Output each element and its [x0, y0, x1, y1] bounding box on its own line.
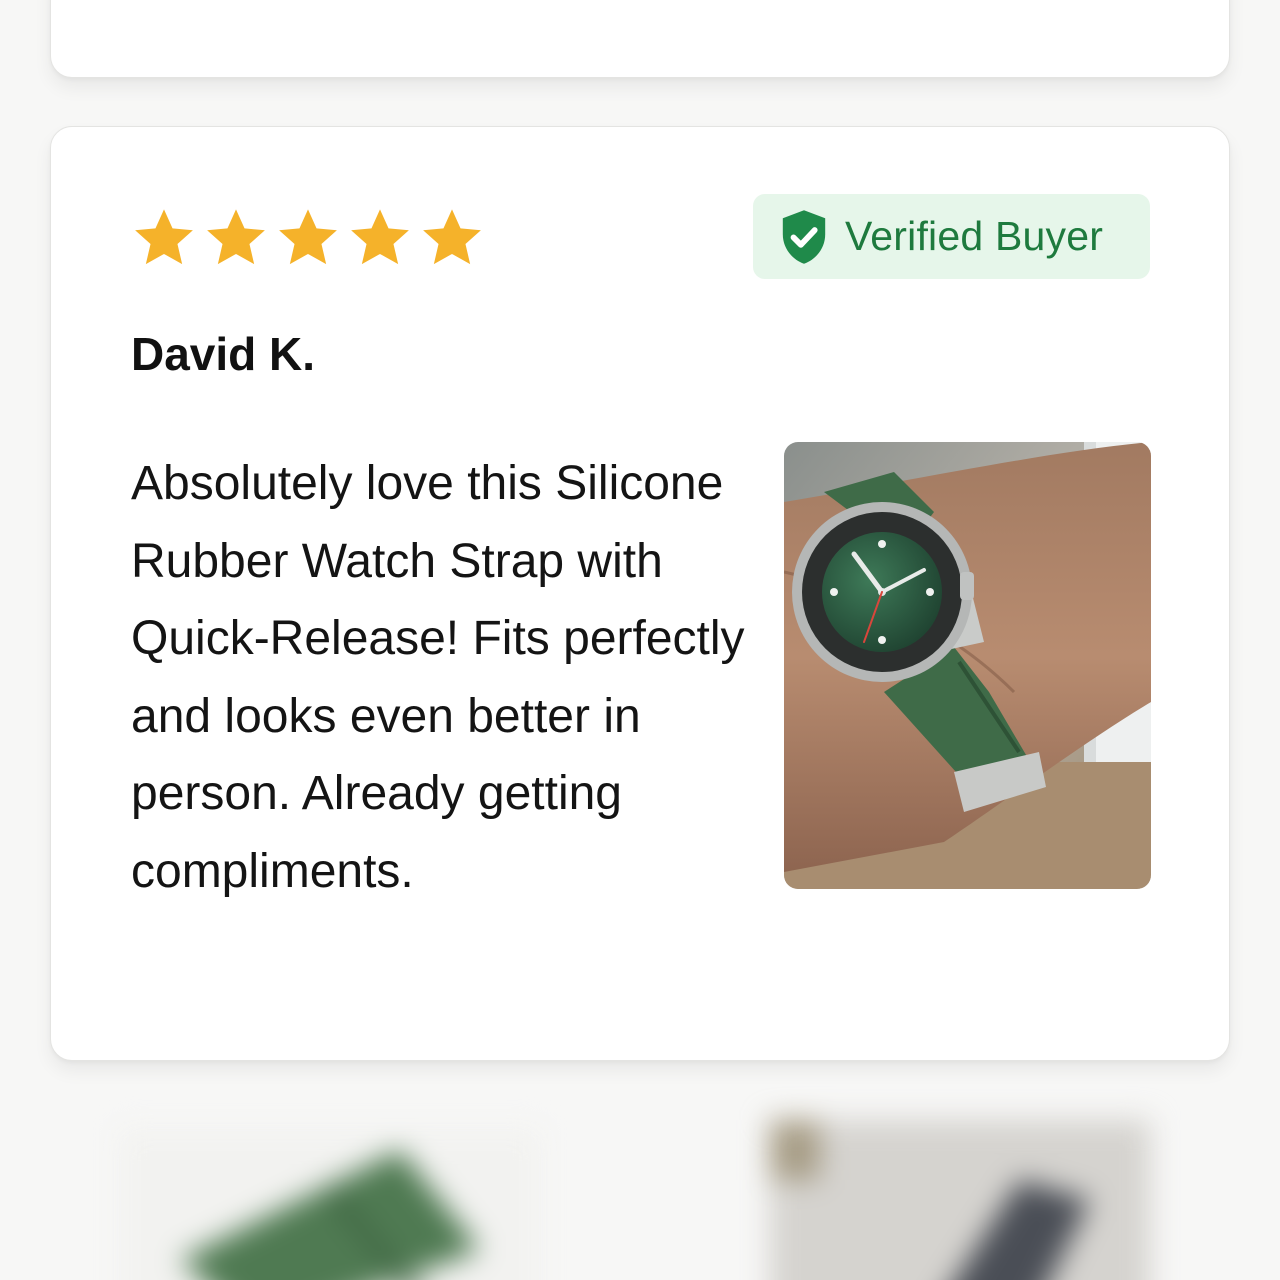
reviews-page: Verified Buyer David K. Absolutely love … — [0, 0, 1280, 1280]
badge-label: Verified Buyer — [845, 213, 1104, 259]
review-card: Verified Buyer David K. Absolutely love … — [50, 126, 1230, 1061]
star-icon — [423, 209, 481, 265]
star-icon — [279, 209, 337, 265]
star-rating — [131, 205, 485, 271]
next-review-photo-2[interactable] — [770, 1120, 1150, 1280]
review-text: Absolutely love this Silicone Rubber Wat… — [131, 457, 745, 898]
previous-review-card — [50, 0, 1230, 78]
reviewer-name: David K. — [131, 328, 316, 380]
star-icon — [207, 209, 265, 265]
next-review-photo[interactable] — [120, 1130, 540, 1280]
shield-check-icon — [782, 209, 826, 264]
verified-buyer-badge: Verified Buyer — [753, 194, 1150, 279]
star-icon — [135, 209, 193, 265]
star-icon — [351, 209, 409, 265]
review-photo[interactable] — [784, 442, 1151, 889]
